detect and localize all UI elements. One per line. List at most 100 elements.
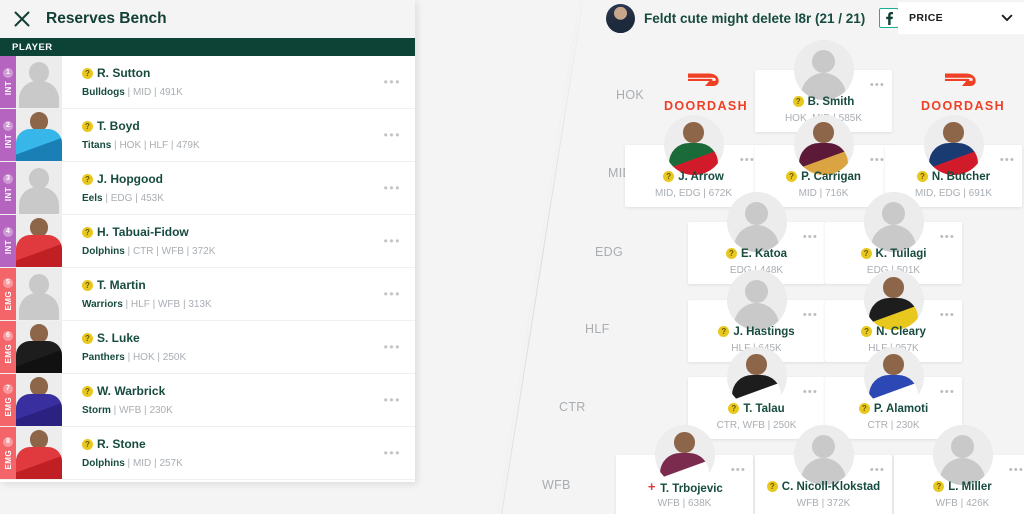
player-silhouette xyxy=(16,56,62,108)
position-label-hlf: HLF xyxy=(585,322,610,336)
player-head xyxy=(813,122,834,143)
player-positions: EDG xyxy=(110,193,133,204)
position-label-edg: EDG xyxy=(595,245,623,259)
player-avatar xyxy=(663,115,724,175)
player-name-row: ? P. Carrigan xyxy=(755,171,892,183)
player-silhouette xyxy=(932,425,993,485)
player-photo xyxy=(924,115,984,175)
bench-player-row[interactable]: 6 EMG? S. Luke Panthers | HOK | 250K ••• xyxy=(0,321,415,374)
bench-slot-rail: 2 INT xyxy=(0,109,16,161)
player-head xyxy=(883,354,904,375)
bench-player-row[interactable]: 3 INT? J. Hopgood Eels | EDG | 453K ••• xyxy=(0,162,415,215)
row-menu-button[interactable]: ••• xyxy=(384,182,401,194)
player-name-row: ? N. Butcher xyxy=(885,171,1022,183)
player-meta: Storm | WFB | 230K xyxy=(82,405,173,416)
player-card-menu-button[interactable]: ••• xyxy=(740,155,755,166)
player-card-menu-button[interactable]: ••• xyxy=(731,465,746,476)
player-jersey xyxy=(16,128,62,161)
close-x-icon[interactable] xyxy=(12,9,32,29)
player-jersey xyxy=(16,340,62,373)
status-question-badge: ? xyxy=(82,68,93,79)
bench-player-row[interactable]: 2 INT ? T. Boyd Titans | HOK | HLF | 479K ••• xyxy=(0,109,415,162)
player-photo xyxy=(655,425,715,485)
bench-slot-group: INT xyxy=(3,134,13,149)
player-photo xyxy=(794,115,854,175)
player-photo xyxy=(727,347,787,407)
player-name: J. Arrow xyxy=(678,171,724,183)
panel-title: Reserves Bench xyxy=(46,10,167,27)
player-name: E. Katoa xyxy=(740,248,787,260)
status-question-badge: ? xyxy=(728,403,740,414)
row-menu-button[interactable]: ••• xyxy=(384,394,401,406)
status-question-badge: ? xyxy=(82,333,93,344)
player-card-menu-button[interactable]: ••• xyxy=(870,80,885,91)
player-card-menu-button[interactable]: ••• xyxy=(940,310,955,321)
player-info: ? R. Sutton Bulldogs | MID | 491K xyxy=(62,56,415,108)
bench-player-row[interactable]: 8 EMG? R. Stone Dolphins | MID | 257K ••• xyxy=(0,427,415,480)
player-card-menu-button[interactable]: ••• xyxy=(1009,465,1024,476)
player-card-menu-button[interactable]: ••• xyxy=(803,387,818,398)
field-player-card[interactable]: •••? C. Nicoll-Klokstad WFB | 372K xyxy=(755,425,892,514)
player-photo xyxy=(864,347,924,407)
field-player-card[interactable]: •••? L. Miller WFB | 426K xyxy=(894,425,1024,514)
row-menu-button[interactable]: ••• xyxy=(384,288,401,300)
field-player-card[interactable]: ••• + T. Trbojevic WFB | 638K xyxy=(616,425,753,514)
player-name-row: ? S. Luke xyxy=(82,331,415,345)
row-menu-button[interactable]: ••• xyxy=(384,235,401,247)
player-avatar xyxy=(863,347,924,407)
player-name: C. Nicoll-Klokstad xyxy=(781,481,881,493)
player-silhouette xyxy=(793,425,854,485)
row-menu-button[interactable]: ••• xyxy=(384,447,401,459)
player-card-menu-button[interactable]: ••• xyxy=(940,387,955,398)
player-card-menu-button[interactable]: ••• xyxy=(803,310,818,321)
player-jersey xyxy=(16,393,62,426)
status-question-badge: ? xyxy=(663,171,675,182)
bench-slot-number: 8 xyxy=(3,436,13,447)
player-info: ? S. Luke Panthers | HOK | 250K xyxy=(62,321,415,373)
player-name: T. Talau xyxy=(743,403,785,415)
price-filter-dropdown[interactable]: PRICE xyxy=(898,2,1024,34)
player-card-menu-button[interactable]: ••• xyxy=(803,232,818,243)
player-photo xyxy=(16,215,62,267)
bench-slot-number: 4 xyxy=(3,227,13,238)
row-menu-button[interactable]: ••• xyxy=(384,129,401,141)
bench-player-row[interactable]: 7 EMG? W. Warbrick Storm | WFB | 230K ••• xyxy=(0,374,415,427)
player-info: ? T. Boyd Titans | HOK | HLF | 479K xyxy=(62,109,415,161)
player-meta: Warriors | HLF | WFB | 313K xyxy=(82,299,212,310)
player-avatar xyxy=(932,425,993,485)
bench-slot-group: EMG xyxy=(3,396,13,417)
bench-player-row[interactable]: 1 INT? R. Sutton Bulldogs | MID | 491K ••• xyxy=(0,56,415,109)
player-meta: WFB | 426K xyxy=(935,498,990,509)
player-card-menu-button[interactable]: ••• xyxy=(870,155,885,166)
row-menu-button[interactable]: ••• xyxy=(384,341,401,353)
player-card-menu-button[interactable]: ••• xyxy=(1000,155,1015,166)
player-team: Warriors xyxy=(82,299,123,310)
player-positions: MID xyxy=(132,458,152,469)
bench-player-row[interactable]: 4 INT? H. Tabuai-Fidow Dolphins | CTR | WFB… xyxy=(0,215,415,268)
player-team: Eels xyxy=(82,193,103,204)
player-thumbnail xyxy=(16,321,62,373)
player-name-row: ? J. Arrow xyxy=(625,171,762,183)
player-team: Titans xyxy=(82,140,112,151)
bench-player-row[interactable]: 5 EMG? T. Martin Warriors | HLF | WFB | 313… xyxy=(0,268,415,321)
bench-slot-rail: 8 EMG xyxy=(0,427,16,479)
status-question-badge: ? xyxy=(718,326,730,337)
player-price: 250K xyxy=(162,352,187,363)
player-jersey xyxy=(16,234,62,267)
facebook-icon xyxy=(886,11,893,25)
row-menu-button[interactable]: ••• xyxy=(384,76,401,88)
facebook-share-button[interactable] xyxy=(879,8,900,28)
player-card-menu-button[interactable]: ••• xyxy=(940,232,955,243)
player-price: 491K xyxy=(159,87,183,98)
doordash-sponsor-logo: DOORDASH xyxy=(909,66,1017,115)
bench-slot-rail: 4 INT xyxy=(0,215,16,267)
player-card-menu-button[interactable]: ••• xyxy=(870,465,885,476)
player-meta: Eels | EDG | 453K xyxy=(82,193,164,204)
player-name-row: ? B. Smith xyxy=(755,96,892,108)
player-head xyxy=(943,122,964,143)
player-name: P. Alamoti xyxy=(873,403,929,415)
bench-slot-group: EMG xyxy=(3,290,13,311)
player-name: J. Hopgood xyxy=(97,172,163,186)
player-name-row: ? J. Hopgood xyxy=(82,172,415,186)
status-question-badge: ? xyxy=(766,481,778,492)
